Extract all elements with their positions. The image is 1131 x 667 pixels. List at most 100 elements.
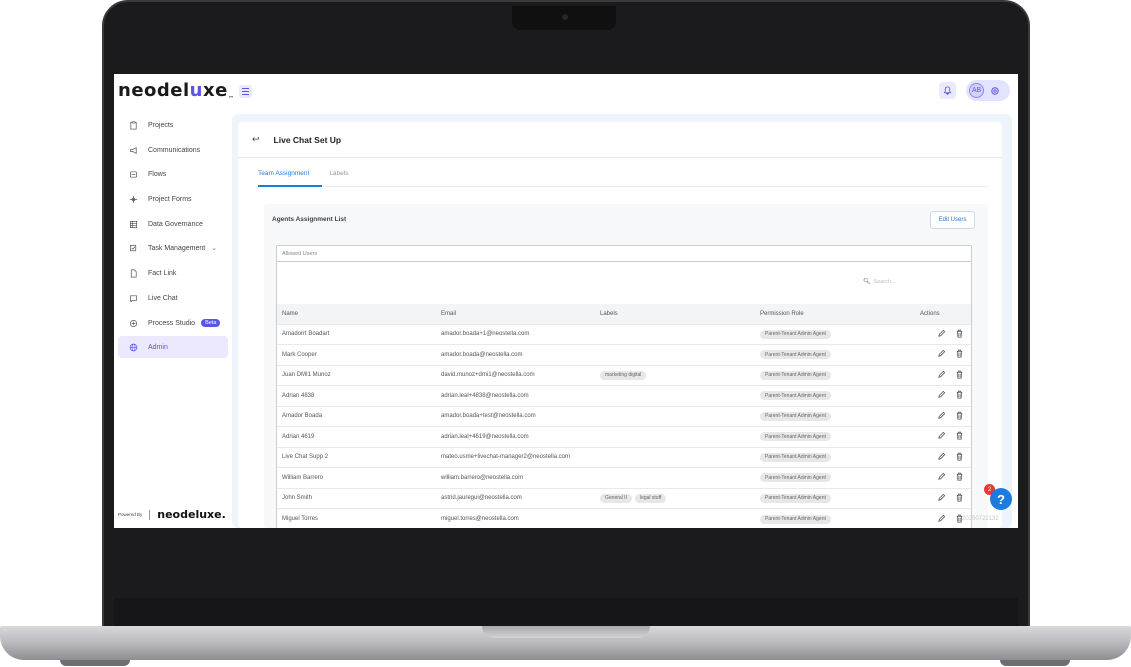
powered-by-label: Powered By	[118, 512, 143, 517]
label-chip: marketing digital	[600, 370, 647, 380]
table-row[interactable]: Live Chat Supp 2 mateo.usme+livechat-mana…	[277, 446, 971, 468]
sidebar-item-admin[interactable]: Admin	[118, 336, 228, 358]
chat-icon	[129, 294, 138, 303]
page-header: ↩ Live Chat Set Up	[238, 122, 1002, 158]
cell-labels	[595, 426, 755, 447]
cell-actions	[915, 323, 971, 345]
trash-icon[interactable]	[955, 431, 964, 440]
sidebar-item-process-studio[interactable]: Process Studio Beta	[118, 312, 228, 334]
allowed-users-title: Allowed Users	[277, 246, 971, 262]
back-arrow-icon[interactable]: ↩	[252, 134, 260, 145]
column-header-name[interactable]: Name	[277, 304, 436, 324]
table-row[interactable]: Adrian 4619 adrian.leal+4619@neostella.co…	[277, 426, 971, 447]
table-row[interactable]: Amador Boada amador.boada+test@neostella.…	[277, 405, 971, 427]
role-chip: Parent-Tenant Admin Agent	[760, 473, 831, 483]
trash-icon[interactable]	[955, 472, 964, 481]
edit-pencil-icon[interactable]	[937, 472, 946, 481]
column-header-role[interactable]: Permission Role	[755, 304, 915, 324]
row-actions	[937, 370, 964, 379]
cell-name: Miguel Torres	[277, 508, 436, 528]
role-chip: Parent-Tenant Admin Agent	[760, 370, 831, 380]
row-actions	[937, 390, 964, 399]
sidebar-item-data-governance[interactable]: Data Governance	[118, 213, 228, 235]
help-button[interactable]: ?	[990, 488, 1012, 510]
edit-pencil-icon[interactable]	[937, 431, 946, 440]
process-icon	[129, 319, 138, 327]
cell-role: Parent-Tenant Admin Agent	[755, 487, 915, 509]
settings-gear-icon[interactable]	[990, 86, 1000, 96]
cell-email: adrian.leal+4619@neostella.com	[436, 426, 595, 447]
search-icon: 🔍︎	[863, 279, 871, 285]
cell-actions	[915, 364, 971, 386]
brand-logo[interactable]: neodeluxe™	[118, 80, 234, 103]
row-actions	[937, 452, 964, 461]
notification-bell-icon[interactable]	[939, 82, 956, 99]
cell-labels	[595, 405, 755, 427]
sidebar-item-fact-link[interactable]: Fact Link	[118, 262, 228, 284]
trash-icon[interactable]	[955, 452, 964, 461]
cell-actions	[915, 467, 971, 488]
row-actions	[937, 329, 964, 338]
cell-labels	[595, 344, 755, 365]
column-header-labels[interactable]: Labels	[595, 304, 755, 324]
sidebar-item-projects[interactable]: Projects	[118, 114, 228, 136]
active-tab-indicator	[258, 185, 322, 187]
search-input[interactable]: 🔍︎ Search...	[863, 278, 896, 286]
user-menu[interactable]: AB	[966, 80, 1010, 101]
table-row[interactable]: Amadorrt Boadart amador.boada+1@neostella…	[277, 323, 971, 345]
divider	[149, 509, 151, 520]
trash-icon[interactable]	[955, 349, 964, 358]
app-screen: neodeluxe™ AB Projects Communications Fl…	[114, 74, 1018, 528]
sidebar-item-label: Projects	[148, 121, 174, 129]
tab-labels[interactable]: Labels	[329, 168, 348, 188]
edit-pencil-icon[interactable]	[937, 493, 946, 502]
edit-pencil-icon[interactable]	[937, 411, 946, 420]
table-row[interactable]: John Smith astrid.jauregui@neostella.com G…	[277, 487, 971, 509]
edit-pencil-icon[interactable]	[937, 329, 946, 338]
agents-card: Agents Assignment List Edit Users Allowe…	[264, 204, 988, 528]
sidebar-item-task-management[interactable]: Task Management ⌄	[118, 237, 228, 259]
edit-pencil-icon[interactable]	[937, 349, 946, 358]
column-header-actions: Actions	[915, 304, 971, 324]
page-title: Live Chat Set Up	[273, 134, 342, 145]
cell-actions	[915, 344, 971, 365]
grid-icon	[129, 220, 138, 228]
sidebar-item-label: Live Chat	[148, 294, 178, 302]
cell-role: Parent-Tenant Admin Agent	[755, 467, 915, 488]
trash-icon[interactable]	[955, 493, 964, 502]
main-panel: ↩ Live Chat Set Up Team Assignment Label…	[238, 122, 1002, 528]
sidebar-item-label: Flows	[148, 170, 167, 178]
sidebar-item-communications[interactable]: Communications	[118, 139, 228, 161]
column-header-email[interactable]: Email	[436, 304, 595, 324]
edit-pencil-icon[interactable]	[937, 452, 946, 461]
row-actions	[937, 349, 964, 358]
menu-toggle-icon[interactable]	[239, 84, 253, 98]
table-row[interactable]: Juan DMI1 Munoz david.munoz+dmi1@neostell…	[277, 364, 971, 386]
avatar[interactable]: AB	[969, 83, 984, 98]
trash-icon[interactable]	[955, 329, 964, 338]
edit-pencil-icon[interactable]	[937, 370, 946, 379]
trash-icon[interactable]	[955, 411, 964, 420]
sidebar-item-flows[interactable]: Flows	[118, 163, 228, 185]
trash-icon[interactable]	[955, 390, 964, 399]
cell-role: Parent-Tenant Admin Agent	[755, 446, 915, 468]
sidebar: Projects Communications Flows Project Fo…	[114, 114, 232, 528]
chevron-down-icon[interactable]: ⌄	[211, 244, 217, 252]
table-row[interactable]: Mark Cooper amador.boada@neostella.com Par…	[277, 344, 971, 365]
cell-role: Parent-Tenant Admin Agent	[755, 405, 915, 427]
row-actions	[937, 411, 964, 420]
clipboard-icon	[130, 120, 137, 129]
sidebar-item-live-chat[interactable]: Live Chat	[118, 287, 228, 309]
trash-icon[interactable]	[955, 370, 964, 379]
cell-name: William Barrero	[277, 467, 436, 488]
table-row[interactable]: Adrian 4838 adrian.leal+4838@neostella.co…	[277, 385, 971, 406]
forms-icon	[129, 195, 138, 203]
edit-pencil-icon[interactable]	[937, 390, 946, 399]
edit-pencil-icon[interactable]	[937, 514, 946, 523]
table-row[interactable]: William Barrero william.barrero@neostella…	[277, 467, 971, 488]
cell-name: Mark Cooper	[277, 344, 436, 365]
table-row[interactable]: Miguel Torres miguel.torres@neostella.com…	[277, 508, 971, 528]
role-chip: Parent-Tenant Admin Agent	[760, 329, 831, 339]
sidebar-item-project-forms[interactable]: Project Forms	[118, 188, 228, 210]
edit-users-button[interactable]: Edit Users	[930, 211, 975, 229]
